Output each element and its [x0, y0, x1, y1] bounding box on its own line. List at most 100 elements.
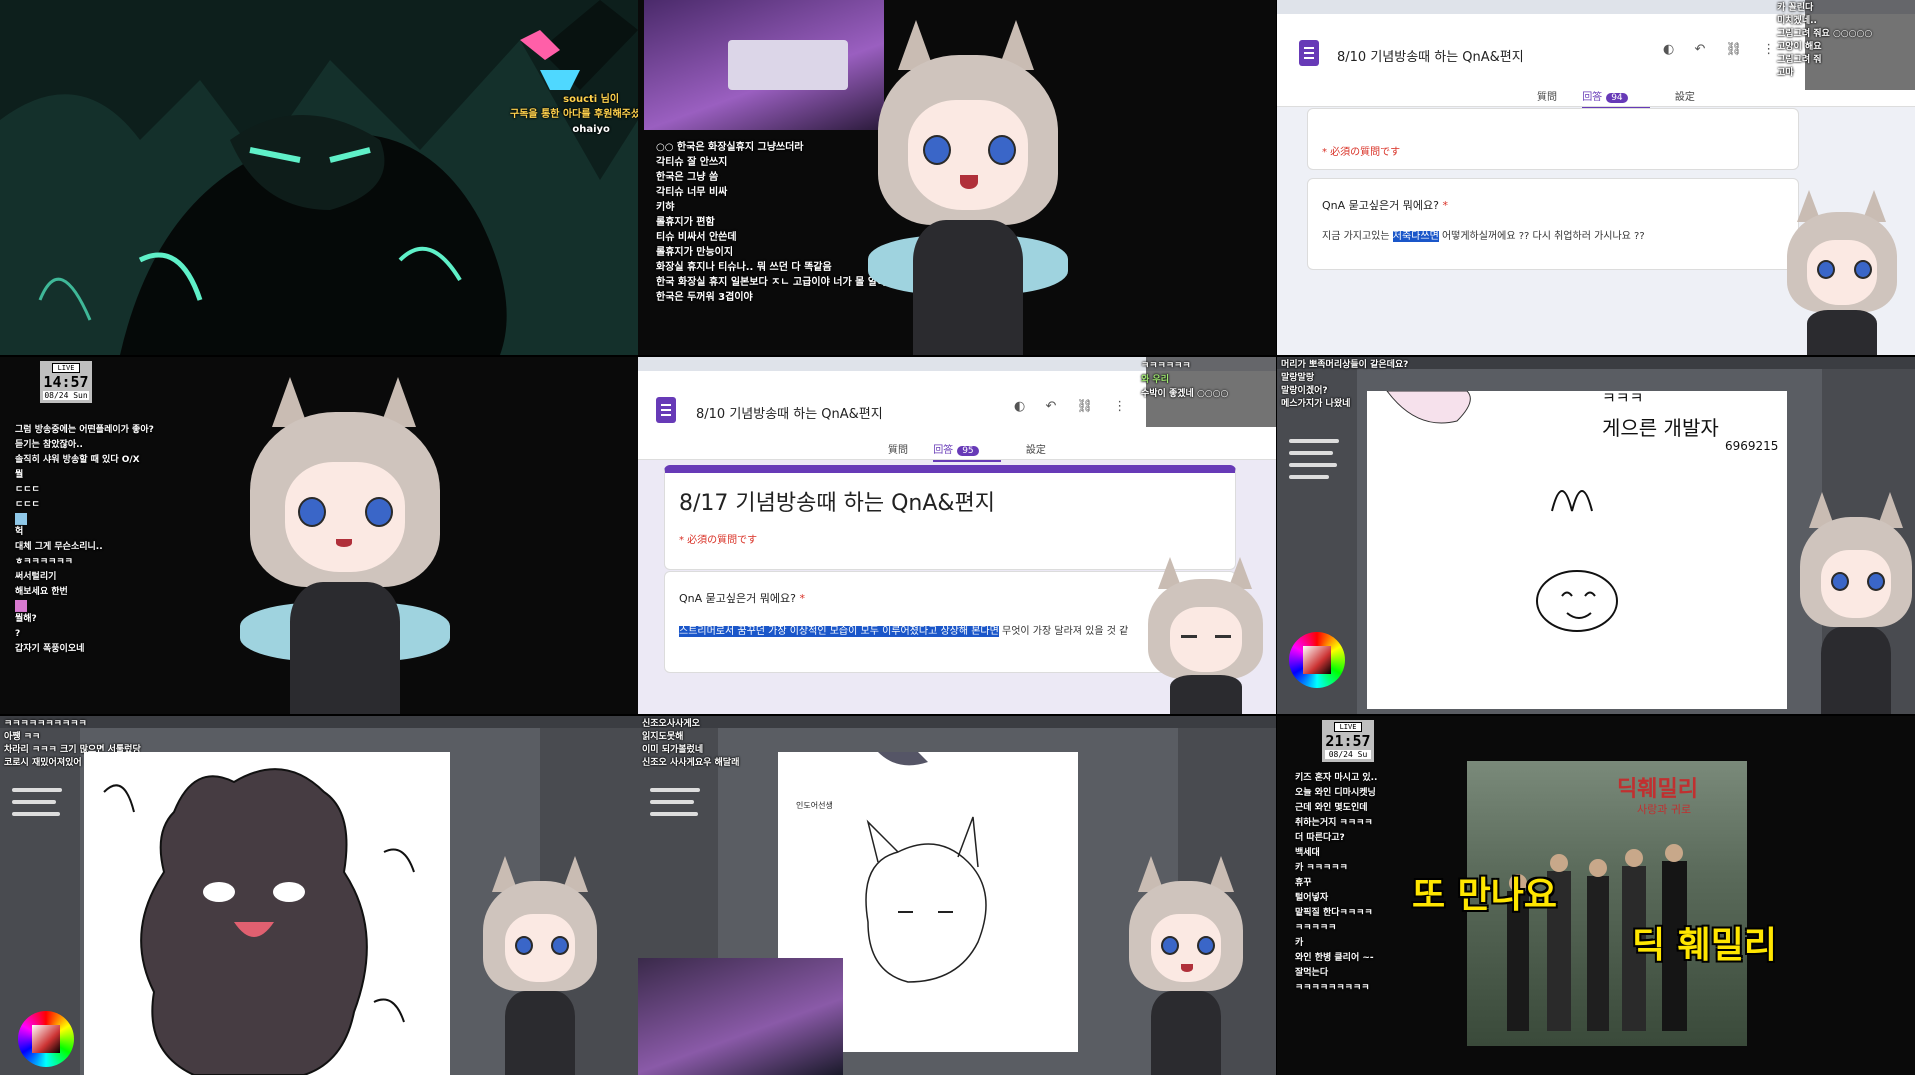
- drawing-canvas[interactable]: [84, 752, 450, 1075]
- drawing-text: 게으른 개발자: [1602, 416, 1719, 440]
- question-text: QnA 묻고싶은거 뭐에요?: [679, 592, 796, 605]
- stream-tile-paint-app-3: 신조오사사게오 읽지도못해 이미 되가볼렀네 신조오 사사게요우 해달래 인도어…: [638, 716, 1276, 1075]
- chat-line: ohaiyo: [572, 124, 610, 135]
- chat-line: ㅋㅋㅋㅋㅋㅋㅋㅋㅋㅋ: [4, 719, 87, 729]
- chat-overlay: 카 꼴린다 미치겠네.. 그림그려 줘요 ○○○○○ 고양이 해요 그림그려 줘…: [1777, 2, 1872, 80]
- undo-icon[interactable]: ↶: [1045, 399, 1056, 414]
- chat-line: 휴꾸: [1295, 878, 1312, 888]
- tab-responses[interactable]: 回答 94: [1582, 92, 1650, 109]
- chat-line: 아쨍 ㅋㅋ: [4, 732, 41, 742]
- emote-icon: [15, 600, 27, 612]
- live-clock: LIVE 14:57 08/24 Sun: [40, 361, 92, 403]
- canvas-sketch: [1385, 390, 1618, 632]
- palette-icon[interactable]: ◐: [1014, 399, 1025, 414]
- room-camera-view: [638, 958, 843, 1075]
- chat-line: 카 꼴린다: [1777, 3, 1814, 13]
- chat-line: 고마: [1777, 68, 1794, 78]
- answer-after: 무엇이 가장 달라져 있을 것 같: [998, 626, 1129, 637]
- palette-icon[interactable]: ◐: [1663, 42, 1674, 57]
- chat-line: 고양이 해요: [1777, 42, 1822, 52]
- tab-settings[interactable]: 設定: [1026, 445, 1046, 456]
- undo-icon[interactable]: ↶: [1694, 42, 1705, 57]
- google-forms-icon: [1299, 40, 1319, 66]
- chat-line: 오늘 와인 디마시켓닝: [1295, 788, 1376, 798]
- answer-text: 지금 가지고있는 저축다쓰면 어떻게하실꺼에요 ?? 다시 취업하러 가시나요 …: [1322, 227, 1645, 242]
- keyboard-shape: [728, 40, 848, 90]
- question-label: QnA 묻고싶은거 뭐에요? *: [679, 592, 805, 605]
- vtuber-avatar: [1143, 557, 1268, 714]
- stream-tile-album: LIVE 21:57 08/24 Su 키즈 혼자 마시고 있.. 오늘 와인 …: [1277, 716, 1915, 1075]
- chat-line: 와 우리: [1141, 375, 1169, 385]
- chat-line: ?: [15, 629, 21, 639]
- vtuber-avatar: [240, 377, 450, 714]
- chat-line: ㅋㅋㅋㅋㅋ: [1295, 923, 1337, 933]
- chat-line: 맡픽질 한다ㅋㅋㅋㅋ: [1295, 908, 1373, 918]
- response-count-badge: 94: [1606, 93, 1628, 103]
- tab-responses[interactable]: 回答 95: [933, 445, 1001, 462]
- canvas-note: 인도어선생: [796, 801, 833, 810]
- chat-overlay: ㅋㅋㅋㅋㅋㅋ 와 우리 수박이 좋겠네 ○○○○: [1141, 359, 1228, 401]
- chat-line: 티슈 비싸서 안쓴데: [656, 232, 737, 243]
- chat-line: 털어넣자: [1295, 893, 1329, 903]
- chat-line: 롤휴지가 만능이지: [656, 247, 734, 258]
- chat-line: ㄷㄷㄷ: [15, 485, 40, 495]
- form-header-title: 8/17 기념방송때 하는 QnA&편지: [679, 491, 996, 516]
- chat-line: ○○ 한국은 화장실휴지 그냥쓰더라: [656, 142, 804, 153]
- vtuber-avatar: [1782, 190, 1902, 355]
- tab-questions[interactable]: 質問: [888, 445, 908, 456]
- drawing-canvas[interactable]: [1367, 390, 1787, 709]
- answer-before: 지금 가지고있는: [1322, 231, 1393, 242]
- chat-line: 백세대: [1295, 848, 1320, 858]
- color-wheel[interactable]: [18, 1011, 74, 1067]
- chat-line: 구독을 통한 아다를 후원해주셨습니다!: [510, 109, 638, 120]
- chat-line: 신조오사사게오: [642, 719, 700, 729]
- stream-tile-chat-avatar-clock: LIVE 14:57 08/24 Sun 그럼 방송중에는 어떤플레이가 좋아?…: [0, 357, 638, 714]
- chat-line: 갑자기 폭풍이오네: [15, 644, 85, 654]
- vtuber-avatar: [480, 856, 600, 1075]
- tab-settings[interactable]: 設定: [1675, 92, 1695, 103]
- form-title: 8/10 기념방송때 하는 QnA&편지: [1337, 50, 1524, 65]
- tab-questions[interactable]: 質問: [1537, 92, 1557, 103]
- chat-line: 미치겠네..: [1777, 16, 1817, 26]
- chat-line: 카: [1295, 938, 1304, 948]
- caption-right: 딕 훼밀리: [1632, 925, 1778, 966]
- chat-line: 해보세요 한번: [15, 587, 68, 597]
- chat-line: 잘먹는다: [1295, 968, 1329, 978]
- chat-line: 카 ㅋㅋㅋㅋㅋ: [1295, 863, 1348, 873]
- chat-line: 솔직히 샤워 방송할 때 있다 O/X: [15, 455, 140, 465]
- chat-line: 그럼 방송중에는 어떤플레이가 좋아?: [15, 425, 154, 435]
- live-time: 14:57: [43, 373, 89, 391]
- tab-responses-label: 回答: [933, 445, 954, 456]
- form-toolbar: ◐ ↶ ⛓ ⋮: [1647, 42, 1775, 57]
- more-icon[interactable]: ⋮: [1762, 42, 1775, 57]
- question-text: QnA 묻고싶은거 뭐에요?: [1322, 199, 1439, 212]
- answer-after: 어떻게하실꺼에요 ?? 다시 취업하러 가시나요 ??: [1438, 231, 1645, 242]
- chat-line: 헉: [15, 527, 24, 537]
- form-title: 8/10 기념방송때 하는 QnA&편지: [696, 407, 883, 422]
- more-icon[interactable]: ⋮: [1113, 399, 1126, 414]
- stream-tile-dark-art: soucti 님이 구독을 통한 아다를 후원해주셨습니다! ohaiyo: [0, 0, 638, 355]
- chat-line: 이미 되가볼렀네: [642, 745, 704, 755]
- chat-line: 취하는거지 ㅋㅋㅋㅋ: [1295, 818, 1373, 828]
- color-wheel[interactable]: [1289, 632, 1345, 688]
- chat-line: 그림그려 줘: [1777, 55, 1822, 65]
- chat-line: ㅋㅋㅋㅋㅋㅋㅋㅋㅋ: [1295, 983, 1370, 993]
- live-label: LIVE: [52, 363, 80, 373]
- chat-line: 키햐: [656, 202, 675, 213]
- question-card: QnA 묻고싶은거 뭐에요? * 지금 가지고있는 저축다쓰면 어떻게하실꺼에요…: [1307, 178, 1799, 270]
- chat-line: 각티슈 너무 비싸: [656, 187, 728, 198]
- form-required-card: * 必須の質問です: [1307, 108, 1799, 170]
- link-icon[interactable]: ⛓: [1077, 399, 1094, 414]
- chat-line: 키즈 혼자 마시고 있..: [1295, 773, 1378, 783]
- live-date: 08/24 Sun: [43, 391, 89, 400]
- form-toolbar: ◐ ↶ ⛓ ⋮: [998, 399, 1126, 414]
- chat-line: 뭘: [15, 470, 24, 480]
- form-tabs: 質問 回答 95 設定: [888, 441, 1068, 462]
- chat-overlay: 키즈 혼자 마시고 있.. 오늘 와인 디마시켓닝 근데 와인 몇도인데 취하는…: [1295, 771, 1377, 996]
- stream-tile-paint-app-2: ㅋㅋㅋㅋㅋㅋㅋㅋㅋㅋ 아쨍 ㅋㅋ 차라리 ㅋㅋㅋ 크기 많으면 서툴렀당 코로시…: [0, 716, 638, 1075]
- chat-line: 와인 한병 클리어 ~-: [1295, 953, 1374, 963]
- chat-line: 화장실 휴지나 티슈나.. 뭐 쓰던 다 똑같음: [656, 262, 832, 273]
- link-icon[interactable]: ⛓: [1726, 42, 1743, 57]
- chat-line: 써서털리기: [15, 572, 57, 582]
- emote-icon: [15, 513, 27, 525]
